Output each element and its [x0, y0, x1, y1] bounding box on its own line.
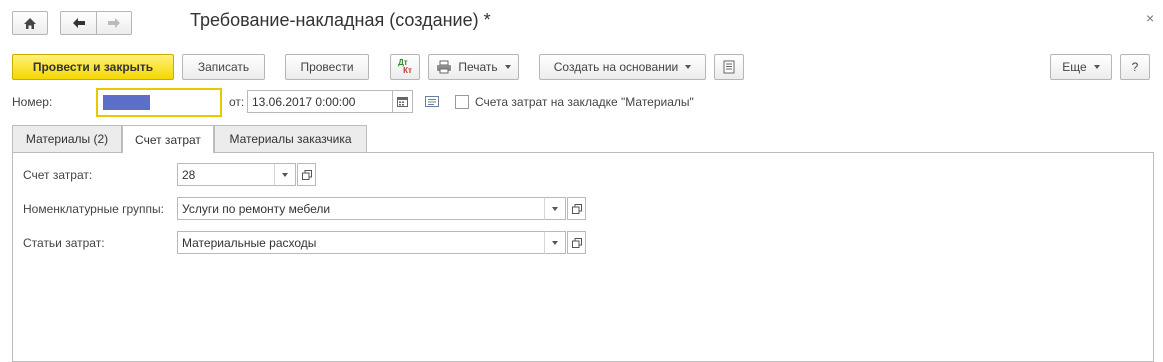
- dt-kt-button[interactable]: Дт Кт: [390, 54, 420, 80]
- save-button[interactable]: Записать: [182, 54, 265, 80]
- post-and-close-button[interactable]: Провести и закрыть: [12, 54, 174, 80]
- cost-accounts-checkbox-label: Счета затрат на закладке "Материалы": [475, 95, 694, 109]
- nomenclature-groups-open-button[interactable]: [567, 197, 586, 220]
- tab-customer-materials-label: Материалы заказчика: [229, 132, 352, 146]
- help-label: ?: [1131, 60, 1139, 74]
- print-button[interactable]: Печать: [428, 54, 519, 80]
- help-button[interactable]: ?: [1120, 54, 1150, 80]
- cost-account-value: 28: [182, 167, 196, 182]
- tab-materials-label: Материалы (2): [25, 132, 109, 146]
- number-label: Номер:: [12, 95, 53, 109]
- nomenclature-groups-value: Услуги по ремонту мебели: [182, 201, 331, 216]
- arrow-left-icon: [72, 18, 85, 28]
- chevron-down-icon: [282, 172, 288, 177]
- cost-items-dropdown[interactable]: [544, 231, 566, 254]
- close-icon[interactable]: ×: [1146, 10, 1154, 26]
- document-icon: [723, 60, 735, 74]
- more-label: Еще: [1062, 60, 1087, 74]
- cost-items-field[interactable]: Материальные расходы: [177, 231, 545, 254]
- open-window-icon: [301, 169, 312, 180]
- tab-materials[interactable]: Материалы (2): [12, 125, 122, 152]
- number-field[interactable]: [96, 88, 222, 117]
- cost-items-open-button[interactable]: [567, 231, 586, 254]
- kt-label: Кт: [403, 66, 412, 75]
- open-window-icon: [571, 203, 582, 214]
- nomenclature-groups-dropdown[interactable]: [544, 197, 566, 220]
- post-and-close-label: Провести и закрыть: [32, 60, 154, 74]
- tab-cost-account[interactable]: Счет затрат: [122, 125, 214, 153]
- cost-items-label: Статьи затрат:: [23, 236, 105, 250]
- report-button[interactable]: [714, 54, 744, 80]
- date-label: от:: [229, 95, 245, 109]
- chevron-down-icon: [685, 65, 692, 69]
- chevron-down-icon: [1093, 65, 1100, 69]
- more-button[interactable]: Еще: [1050, 54, 1112, 80]
- calendar-icon: [397, 96, 408, 107]
- cost-account-open-button[interactable]: [297, 163, 316, 186]
- comment-icon[interactable]: [425, 96, 439, 107]
- post-label: Провести: [300, 60, 354, 74]
- cost-items-value: Материальные расходы: [182, 235, 317, 250]
- number-selection: [103, 95, 150, 110]
- nomenclature-groups-label: Номенклатурные группы:: [23, 202, 164, 216]
- forward-button[interactable]: [96, 11, 132, 35]
- create-based-on-label: Создать на основании: [553, 60, 679, 74]
- printer-icon: [437, 60, 452, 74]
- date-value: 13.06.2017 0:00:00: [252, 94, 356, 109]
- cost-account-label: Счет затрат:: [23, 168, 93, 182]
- print-label: Печать: [458, 60, 498, 74]
- save-label: Записать: [197, 60, 250, 74]
- post-button[interactable]: Провести: [285, 54, 369, 80]
- date-field[interactable]: 13.06.2017 0:00:00: [247, 90, 393, 113]
- nomenclature-groups-field[interactable]: Услуги по ремонту мебели: [177, 197, 545, 220]
- tab-customer-materials[interactable]: Материалы заказчика: [214, 125, 367, 152]
- home-icon: [24, 17, 36, 29]
- back-button[interactable]: [60, 11, 96, 35]
- cost-account-field[interactable]: 28: [177, 163, 275, 186]
- calendar-button[interactable]: [393, 90, 413, 113]
- open-window-icon: [571, 237, 582, 248]
- cost-accounts-checkbox[interactable]: [455, 95, 469, 109]
- dt-kt-icon: Дт Кт: [398, 59, 412, 75]
- chevron-down-icon: [504, 65, 511, 69]
- arrow-right-icon: [108, 18, 120, 28]
- cost-account-dropdown[interactable]: [274, 163, 296, 186]
- chevron-down-icon: [552, 206, 558, 211]
- chevron-down-icon: [552, 240, 558, 245]
- tab-cost-account-label: Счет затрат: [135, 132, 201, 147]
- home-button[interactable]: [12, 11, 48, 35]
- create-based-on-button[interactable]: Создать на основании: [539, 54, 706, 80]
- window-title: Требование-накладная (создание) *: [190, 10, 491, 30]
